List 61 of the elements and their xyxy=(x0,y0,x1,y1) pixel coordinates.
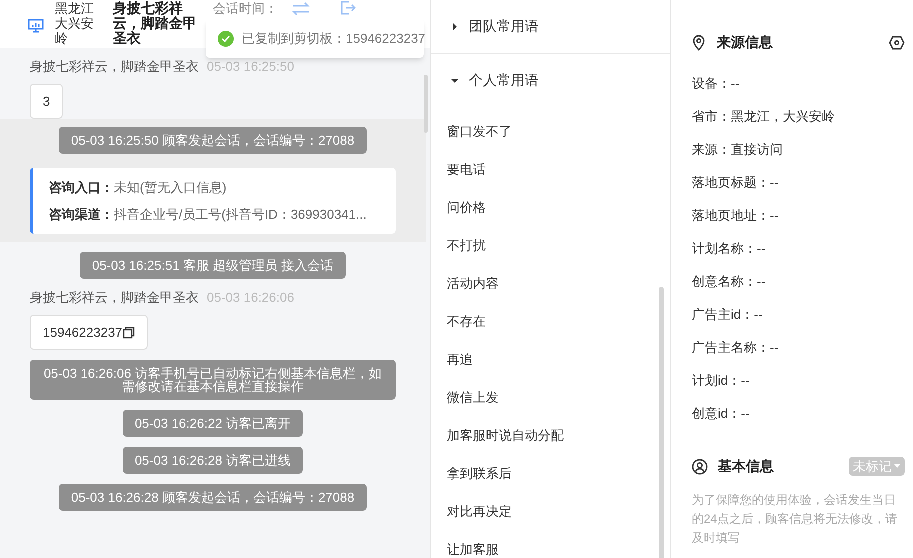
info-field: 广告主名称：-- xyxy=(692,331,905,364)
settings-icon[interactable] xyxy=(889,36,905,50)
system-notice: 05-03 16:26:28 顾客发起会话，会话编号：27088 xyxy=(59,484,367,511)
message-time: 05-03 16:26:06 xyxy=(207,289,294,307)
system-notice: 05-03 16:26:06 访客手机号已自动标记右侧基本信息栏，如需修改请在基本信息栏直接操作 xyxy=(30,360,396,400)
transfer-icon[interactable] xyxy=(292,2,310,16)
phrase-item[interactable]: 活动内容 xyxy=(431,265,670,303)
phrase-item[interactable]: 加客服时说自动分配 xyxy=(431,417,670,455)
phrase-item[interactable]: 不打扰 xyxy=(431,227,670,265)
phrase-group-header[interactable]: 个人常用语 xyxy=(431,54,670,107)
info-field: 省市：黑龙江，大兴安岭 xyxy=(692,100,905,133)
info-field: 落地页标题：-- xyxy=(692,166,905,199)
message-bubble: 3 xyxy=(30,84,64,119)
phrase-item[interactable]: 微信上发 xyxy=(431,379,670,417)
phrase-item[interactable]: 拿到联系后 xyxy=(431,455,670,493)
toast-message: 已复制到剪切板：15946223237 xyxy=(242,30,426,48)
visitor-location: 黑龙江大兴安岭 xyxy=(55,1,95,46)
info-field: 创意id：-- xyxy=(692,397,905,430)
system-notice: 05-03 16:26:22 访客已离开 xyxy=(122,410,304,437)
info-field: 计划名称：-- xyxy=(692,232,905,265)
info-field: 创意名称：-- xyxy=(692,265,905,298)
system-notice: 05-03 16:25:51 客服 超级管理员 接入会话 xyxy=(80,252,346,279)
info-field: 设备：-- xyxy=(692,67,905,100)
phrase-item[interactable]: 不存在 xyxy=(431,303,670,341)
message-bubble: 15946223237 xyxy=(30,315,148,350)
phrase-item[interactable]: 窗口发不了 xyxy=(431,113,670,151)
phrase-item[interactable]: 要电话 xyxy=(431,151,670,189)
system-notice: 05-03 16:25:50 顾客发起会话，会话编号：27088 xyxy=(59,127,367,154)
exit-icon[interactable] xyxy=(340,0,356,16)
scrollbar[interactable] xyxy=(659,287,664,558)
info-value: 未知(暂无入口信息) xyxy=(114,179,227,197)
phrase-item[interactable]: 让加客服 xyxy=(431,531,670,558)
info-field: 计划id：-- xyxy=(692,364,905,397)
info-field: 广告主id：-- xyxy=(692,298,905,331)
info-value: 抖音企业号/员工号(抖音号ID：369930341... xyxy=(114,206,367,224)
sender-name: 身披七彩祥云，脚踏金甲圣衣 xyxy=(30,289,199,307)
info-field: 来源：直接访问 xyxy=(692,133,905,166)
session-time-label: 会话时间： xyxy=(213,1,278,16)
copy-icon[interactable] xyxy=(122,326,135,338)
info-field: 落地页地址：-- xyxy=(692,199,905,232)
caret-right-icon xyxy=(451,22,459,30)
phrase-group-header[interactable]: 团队常用语 xyxy=(431,0,670,53)
user-circle-icon xyxy=(692,458,708,474)
message-time: 05-03 16:25:50 xyxy=(207,58,294,76)
section-title: 基本信息 xyxy=(718,457,774,476)
caret-down-icon xyxy=(894,464,901,469)
phrase-item[interactable]: 问价格 xyxy=(431,189,670,227)
phrase-item[interactable]: 再追 xyxy=(431,341,670,379)
info-label: 咨询入口： xyxy=(49,179,114,197)
location-pin-icon xyxy=(692,34,706,50)
sender-name: 身披七彩祥云，脚踏金甲圣衣 xyxy=(30,58,199,76)
scrollbar[interactable] xyxy=(424,75,428,133)
phrase-item[interactable]: 对比再决定 xyxy=(431,493,670,531)
monitor-icon xyxy=(28,18,44,34)
section-title: 来源信息 xyxy=(717,33,773,52)
success-icon xyxy=(218,30,234,46)
info-label: 咨询渠道： xyxy=(49,206,114,224)
notice-text: 为了保障您的使用体验，会话发生当日的24点之后，顾客信息将无法修改，请及时填写 xyxy=(692,492,898,547)
caret-down-icon xyxy=(451,76,459,84)
visitor-name: 身披七彩祥云，脚踏金甲圣衣 xyxy=(113,1,198,46)
system-notice: 05-03 16:26:28 访客已进线 xyxy=(122,447,304,474)
